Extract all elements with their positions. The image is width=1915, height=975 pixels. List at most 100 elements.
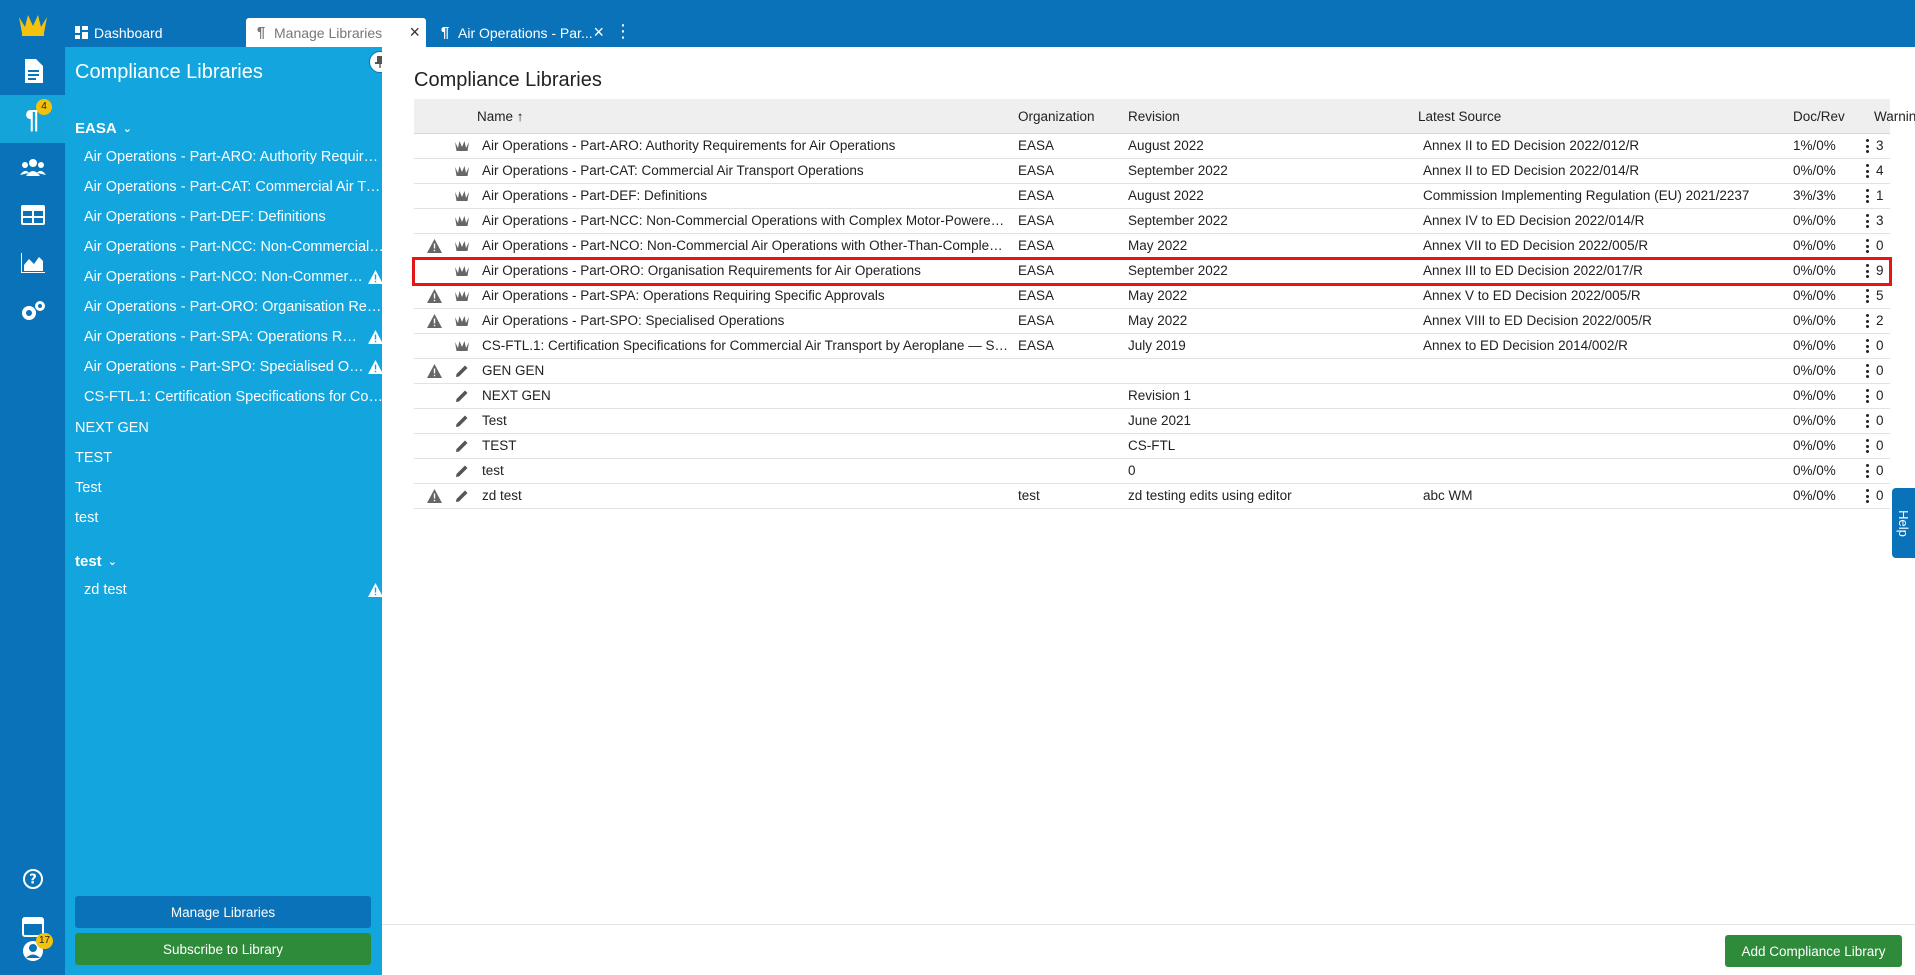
table-row[interactable]: Air Operations - Part-SPA: Operations Re…: [414, 284, 1890, 309]
sidebar-item-label: Air Operations - Part-ORO: Organisation …: [84, 299, 384, 315]
row-menu-icon[interactable]: [1866, 287, 1872, 305]
sidebar-item-library[interactable]: Air Operations - Part-CAT: Commercial Ai…: [84, 175, 384, 199]
table-row[interactable]: Air Operations - Part-NCO: Non-Commercia…: [414, 234, 1890, 259]
rail-compliance[interactable]: ¶ 4: [0, 95, 65, 143]
sidebar-item-library[interactable]: Air Operations - Part-ARO: Authority Req…: [84, 145, 384, 169]
users-icon: [19, 159, 46, 176]
warning-icon: [426, 238, 442, 254]
rail-analytics[interactable]: [0, 239, 65, 287]
row-menu-icon[interactable]: [1866, 262, 1872, 280]
rail-users[interactable]: [0, 143, 65, 191]
cell-warnings: 0: [1876, 438, 1884, 453]
close-tab-icon[interactable]: ×: [409, 23, 420, 41]
sidebar-item-library[interactable]: Air Operations - Part-DEF: Definitions: [84, 205, 384, 229]
subscribe-library-button[interactable]: Subscribe to Library: [75, 933, 371, 965]
side-panel-title: Compliance Libraries: [75, 61, 263, 83]
rail-settings[interactable]: [0, 287, 65, 335]
sidebar-item-library[interactable]: test: [75, 506, 375, 530]
sidebar-item-library[interactable]: NEXT GEN: [75, 416, 375, 440]
sidebar-item-zd-test[interactable]: zd test: [84, 578, 384, 602]
add-compliance-library-button[interactable]: Add Compliance Library: [1725, 935, 1902, 967]
table-row[interactable]: TEST CS-FTL 0%/0% 0: [414, 434, 1890, 459]
cell-revision: September 2022: [1128, 213, 1228, 228]
table-row[interactable]: zd test test zd testing edits using editor…: [414, 484, 1890, 509]
cell-name: Air Operations - Part-CAT: Commercial Ai…: [482, 163, 864, 178]
cell-name: CS-FTL.1: Certification Specifications f…: [482, 338, 1008, 353]
group-header-test[interactable]: test ⌄: [75, 553, 117, 570]
row-menu-icon[interactable]: [1866, 487, 1872, 505]
table-row[interactable]: GEN GEN 0%/0% 0: [414, 359, 1890, 384]
cell-warnings: 1: [1876, 188, 1884, 203]
cell-revision: CS-FTL: [1128, 438, 1176, 453]
cell-revision: September 2022: [1128, 263, 1228, 278]
row-menu-icon[interactable]: [1866, 312, 1872, 330]
rail-tables[interactable]: [0, 191, 65, 239]
help-tab[interactable]: Help: [1892, 488, 1915, 558]
column-name[interactable]: Name ↑: [477, 109, 524, 124]
sidebar-item-library[interactable]: TEST: [75, 446, 375, 470]
tab-air-operations[interactable]: ¶ Air Operations - Par... ×: [430, 18, 610, 47]
manage-libraries-button[interactable]: Manage Libraries: [75, 896, 371, 928]
row-menu-icon[interactable]: [1866, 387, 1872, 405]
row-menu-icon[interactable]: [1866, 462, 1872, 480]
table-row[interactable]: Test June 2021 0%/0% 0: [414, 409, 1890, 434]
cell-revision: zd testing edits using editor: [1128, 488, 1292, 503]
row-menu-icon[interactable]: [1866, 437, 1872, 455]
rail-account[interactable]: 17: [0, 927, 65, 975]
table-row[interactable]: Air Operations - Part-DEF: Definitions EA…: [414, 184, 1890, 209]
table-icon: [20, 205, 45, 225]
column-docrev[interactable]: Doc/Rev: [1793, 109, 1845, 124]
row-menu-icon[interactable]: [1866, 362, 1872, 380]
cell-name: zd test: [482, 488, 522, 503]
sidebar-item-label: TEST: [75, 450, 113, 466]
tabs-more-icon[interactable]: ⋮: [614, 22, 632, 42]
sidebar-item-library[interactable]: CS-FTL.1: Certification Specifications f…: [84, 385, 384, 409]
table-row[interactable]: Air Operations - Part-ARO: Authority Req…: [414, 134, 1890, 159]
svg-text:?: ?: [29, 873, 37, 888]
column-warnings[interactable]: Warnings: [1874, 109, 1915, 124]
app-logo[interactable]: [0, 0, 65, 47]
sidebar-item-library[interactable]: Test: [75, 476, 375, 500]
table-row[interactable]: Air Operations - Part-SPO: Specialised O…: [414, 309, 1890, 334]
cell-organization: EASA: [1018, 238, 1055, 253]
column-revision[interactable]: Revision: [1128, 109, 1180, 124]
warning-icon: [426, 488, 442, 504]
row-menu-icon[interactable]: [1866, 187, 1872, 205]
row-menu-icon[interactable]: [1866, 237, 1872, 255]
row-menu-icon[interactable]: [1866, 137, 1872, 155]
rail-documents[interactable]: [0, 47, 65, 95]
table-row[interactable]: Air Operations - Part-CAT: Commercial Ai…: [414, 159, 1890, 184]
row-menu-icon[interactable]: [1866, 212, 1872, 230]
crown-icon: [454, 313, 470, 329]
sidebar-item-library[interactable]: Air Operations - Part-NCC: Non-Commercia…: [84, 235, 384, 259]
cell-docrev: 0%/0%: [1793, 288, 1836, 303]
row-menu-icon[interactable]: [1866, 162, 1872, 180]
table-row[interactable]: Air Operations - Part-ORO: Organisation …: [412, 257, 1892, 286]
close-tab-icon[interactable]: ×: [593, 23, 604, 41]
table-row[interactable]: CS-FTL.1: Certification Specifications f…: [414, 334, 1890, 359]
group-header-easa[interactable]: EASA ⌄: [75, 120, 132, 137]
row-menu-icon[interactable]: [1866, 337, 1872, 355]
cell-warnings: 0: [1876, 463, 1884, 478]
sidebar-item-library[interactable]: Air Operations - Part-NCO: Non-Commercia…: [84, 265, 384, 289]
table-row[interactable]: NEXT GEN Revision 1 0%/0% 0: [414, 384, 1890, 409]
tab-manage-libraries[interactable]: ¶ Manage Libraries ×: [246, 18, 426, 47]
table-row[interactable]: Air Operations - Part-NCC: Non-Commercia…: [414, 209, 1890, 234]
area-chart-icon: [20, 253, 45, 273]
column-latest-source[interactable]: Latest Source: [1418, 109, 1501, 124]
sidebar-item-library[interactable]: Air Operations - Part-ORO: Organisation …: [84, 295, 384, 319]
row-menu-icon[interactable]: [1866, 412, 1872, 430]
rail-help[interactable]: ?: [0, 855, 65, 903]
cell-revision: 0: [1128, 463, 1136, 478]
top-bar: Dashboard ¶ Manage Libraries × ¶ Air Ope…: [0, 0, 1915, 47]
sidebar-item-library[interactable]: Air Operations - Part-SPO: Specialised O…: [84, 355, 384, 379]
column-organization[interactable]: Organization: [1018, 109, 1095, 124]
cell-name: Air Operations - Part-ARO: Authority Req…: [482, 138, 896, 153]
tab-dashboard[interactable]: Dashboard: [66, 18, 241, 47]
sidebar-item-library[interactable]: Air Operations - Part-SPA: Operations Re…: [84, 325, 384, 349]
pencil-icon: [454, 438, 470, 454]
table-row[interactable]: test 0 0%/0% 0: [414, 459, 1890, 484]
cell-warnings: 5: [1876, 288, 1884, 303]
cell-revision: May 2022: [1128, 238, 1188, 253]
cell-warnings: 0: [1876, 238, 1884, 253]
